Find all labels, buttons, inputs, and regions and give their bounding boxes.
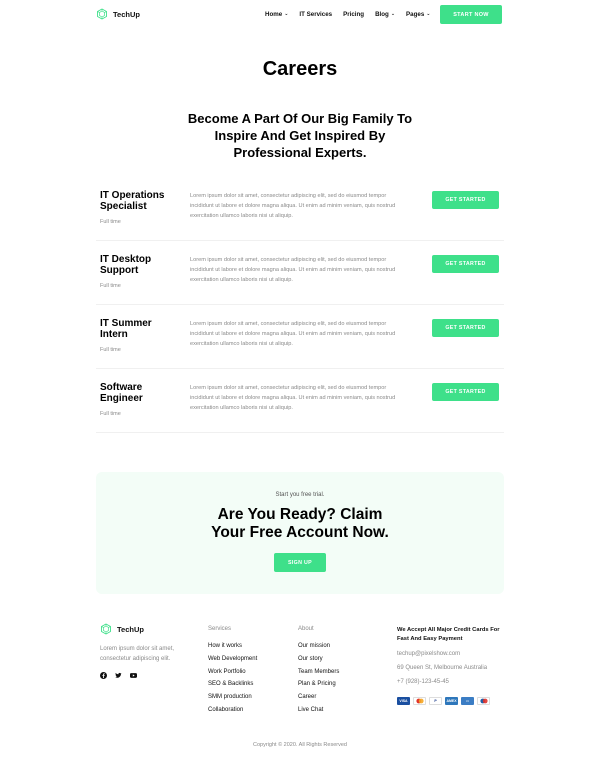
- mastercard-icon: [413, 697, 426, 705]
- cta-kicker: Start you free trial.: [275, 492, 325, 498]
- footer-link[interactable]: Web Development: [208, 653, 257, 666]
- job-description: Lorem ipsum dolor sit amet, consectetur …: [190, 257, 396, 283]
- contact-email[interactable]: techup@pixelshow.com: [397, 651, 460, 657]
- job-type: Full time: [100, 283, 121, 289]
- signup-cta-section: Start you free trial. Are You Ready? Cla…: [96, 472, 504, 594]
- get-started-button[interactable]: GET STARTED: [432, 383, 499, 401]
- facebook-icon[interactable]: [100, 672, 107, 679]
- cta-heading: Are You Ready? Claim Your Free Account N…: [96, 506, 504, 542]
- cta-heading-text: Are You Ready? Claim Your Free Account N…: [211, 506, 389, 541]
- nav-label: Blog: [375, 11, 389, 18]
- footer-services-column: Services How it works Web Development Wo…: [208, 626, 257, 717]
- footer-link[interactable]: SMM production: [208, 691, 257, 704]
- footer-link[interactable]: Team Members: [298, 666, 339, 679]
- job-row: IT Desktop Support Full time Lorem ipsum…: [96, 241, 504, 305]
- nav-item-pages[interactable]: Pages ⌄: [406, 11, 430, 18]
- sign-up-button[interactable]: SIGN UP: [274, 553, 326, 572]
- nav-item-pricing[interactable]: Pricing: [343, 11, 364, 18]
- social-links: [100, 672, 137, 679]
- footer-link[interactable]: How it works: [208, 640, 257, 653]
- footer-about-column: About Our mission Our story Team Members…: [298, 626, 339, 717]
- nav-item-blog[interactable]: Blog ⌄: [375, 11, 395, 18]
- get-started-button[interactable]: GET STARTED: [432, 255, 499, 273]
- visa-card-icon: VISA: [397, 697, 410, 705]
- job-title: IT Summer Intern: [100, 318, 152, 340]
- job-title: Software Engineer: [100, 382, 143, 404]
- job-description: Lorem ipsum dolor sit amet, consectetur …: [190, 193, 396, 219]
- job-row: Software Engineer Full time Lorem ipsum …: [96, 369, 504, 433]
- nav-label: Home: [265, 11, 283, 18]
- footer-link[interactable]: Collaboration: [208, 704, 257, 717]
- page-subtitle: Become A Part Of Our Big Family To Inspi…: [187, 111, 413, 160]
- job-row: IT Summer Intern Full time Lorem ipsum d…: [96, 305, 504, 369]
- get-started-button[interactable]: GET STARTED: [432, 319, 499, 337]
- page-title: Careers: [262, 58, 338, 80]
- footer-blurb: Lorem ipsum dolor sit amet, consectetur …: [100, 646, 175, 662]
- footer-link[interactable]: Plan & Pricing: [298, 678, 339, 691]
- contact-address: 69 Queen St, Melbourne Australia: [397, 665, 488, 671]
- job-description: Lorem ipsum dolor sit amet, consectetur …: [190, 321, 396, 347]
- footer-link[interactable]: Live Chat: [298, 704, 339, 717]
- amex-card-icon: AMEX: [445, 697, 458, 705]
- get-started-button[interactable]: GET STARTED: [432, 191, 499, 209]
- chevron-down-icon: ⌄: [426, 11, 431, 17]
- site-header: TechUp Home ⌄ IT Services Pricing Blog ⌄ P…: [0, 0, 600, 30]
- job-type: Full time: [100, 411, 121, 417]
- chevron-down-icon: ⌄: [284, 11, 289, 17]
- payment-cards: VISA P AMEX ▭: [397, 697, 490, 705]
- footer-link[interactable]: Our mission: [298, 640, 339, 653]
- nav-item-it-services[interactable]: IT Services: [299, 11, 332, 18]
- main-nav: Home ⌄ IT Services Pricing Blog ⌄ Pages ⌄: [265, 11, 430, 18]
- credit-card-icon: ▭: [461, 697, 474, 705]
- chevron-down-icon: ⌄: [390, 11, 396, 17]
- nav-label: IT Services: [299, 11, 333, 18]
- job-list: IT Operations Specialist Full time Lorem…: [96, 177, 504, 433]
- footer-link[interactable]: Our story: [298, 653, 339, 666]
- footer-brand-logo[interactable]: TechUp: [100, 623, 144, 635]
- paypal-icon: P: [429, 697, 442, 705]
- twitter-icon[interactable]: [115, 672, 122, 679]
- youtube-icon[interactable]: [130, 672, 137, 679]
- start-now-button[interactable]: START NOW: [440, 5, 502, 24]
- footer-link[interactable]: Career: [298, 691, 339, 704]
- footer-link[interactable]: Work Portfolio: [208, 666, 257, 679]
- nav-item-home[interactable]: Home ⌄: [265, 11, 288, 18]
- copyright-text: Copyright © 2020. All Rights Reserved: [253, 742, 347, 748]
- payment-heading: We Accept All Major Credit Cards For Fas…: [397, 627, 500, 642]
- brand-name: TechUp: [113, 9, 140, 19]
- nav-label: Pricing: [343, 11, 365, 18]
- job-type: Full time: [100, 347, 121, 353]
- job-title: IT Operations Specialist: [100, 190, 165, 212]
- cube-logo-icon: [97, 8, 107, 20]
- footer-column-heading: Services: [208, 626, 232, 632]
- nav-label: Pages: [406, 11, 425, 18]
- job-title: IT Desktop Support: [100, 254, 152, 276]
- footer-column-heading: About: [298, 626, 314, 632]
- cube-logo-icon: [101, 623, 111, 635]
- brand-logo[interactable]: TechUp: [96, 8, 140, 20]
- job-type: Full time: [100, 219, 121, 225]
- job-description: Lorem ipsum dolor sit amet, consectetur …: [190, 385, 396, 411]
- job-row: IT Operations Specialist Full time Lorem…: [96, 177, 504, 241]
- maestro-card-icon: [477, 697, 490, 705]
- contact-phone[interactable]: +7 (928)-123-45-45: [397, 679, 449, 685]
- footer-link[interactable]: SEO & Backlinks: [208, 678, 257, 691]
- footer-brand-name: TechUp: [117, 624, 144, 634]
